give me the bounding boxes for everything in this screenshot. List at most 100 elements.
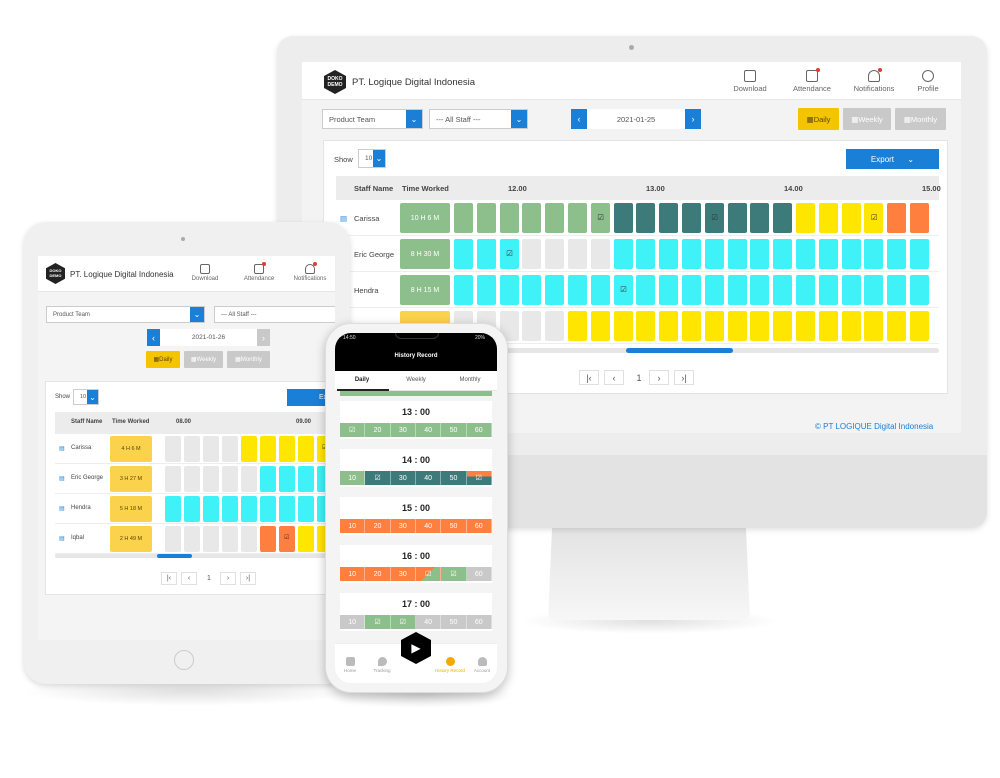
history-segment[interactable]: ☑ bbox=[390, 615, 416, 629]
time-slot-cell[interactable] bbox=[773, 203, 793, 233]
history-segment[interactable]: ☑ bbox=[415, 567, 442, 581]
time-slot-cell[interactable] bbox=[773, 275, 793, 305]
tab-monthly[interactable]: Monthly bbox=[443, 377, 497, 383]
time-slot-cell[interactable] bbox=[659, 275, 679, 305]
time-slot-cell[interactable] bbox=[841, 203, 861, 233]
time-slot-cell[interactable] bbox=[184, 496, 200, 522]
time-slot-cell[interactable] bbox=[522, 203, 542, 233]
history-segment[interactable]: 50 bbox=[441, 615, 467, 629]
time-slot-cell[interactable] bbox=[773, 311, 793, 341]
time-slot-cell[interactable] bbox=[203, 436, 219, 462]
page-number[interactable]: 1 bbox=[201, 572, 217, 585]
time-slot-cell[interactable] bbox=[454, 203, 473, 233]
time-slot-cell[interactable] bbox=[568, 203, 587, 233]
mode-weekly-button[interactable]: ▦ Weekly bbox=[184, 351, 223, 368]
history-segment[interactable]: 20 bbox=[365, 519, 391, 533]
time-slot-cell[interactable] bbox=[613, 311, 633, 341]
time-slot-cell[interactable] bbox=[499, 275, 519, 305]
time-slot-cell[interactable]: ☑ bbox=[499, 239, 519, 269]
time-slot-cell[interactable] bbox=[222, 466, 238, 492]
history-segment[interactable]: 30 bbox=[390, 519, 416, 533]
date-field[interactable]: 2021-01-25 bbox=[587, 109, 685, 129]
first-page-button[interactable]: |‹ bbox=[161, 572, 177, 585]
time-slot-cell[interactable] bbox=[545, 239, 565, 269]
time-slot-cell[interactable] bbox=[818, 203, 838, 233]
history-segment[interactable]: 60 bbox=[466, 519, 492, 533]
history-segment[interactable]: 20 bbox=[365, 423, 391, 437]
time-slot-cell[interactable] bbox=[682, 203, 701, 233]
time-slot-cell[interactable] bbox=[522, 239, 542, 269]
last-page-button[interactable]: ›| bbox=[240, 572, 256, 585]
bottom-nav-account[interactable]: Account bbox=[467, 657, 497, 673]
time-slot-cell[interactable] bbox=[222, 526, 238, 552]
history-segment[interactable]: 10 bbox=[340, 519, 366, 533]
time-slot-cell[interactable] bbox=[590, 239, 610, 269]
time-slot-cell[interactable] bbox=[568, 275, 587, 305]
time-slot-cell[interactable] bbox=[636, 275, 656, 305]
history-segment[interactable]: ☑ bbox=[365, 615, 391, 629]
tab-weekly[interactable]: Weekly bbox=[389, 377, 443, 383]
time-slot-cell[interactable] bbox=[796, 203, 815, 233]
nav-attendance[interactable]: Attendance bbox=[789, 68, 835, 93]
time-slot-cell[interactable] bbox=[887, 311, 907, 341]
time-slot-cell[interactable] bbox=[545, 311, 565, 341]
prev-date-button[interactable]: ‹ bbox=[571, 109, 587, 129]
history-segment[interactable]: 40 bbox=[415, 423, 442, 437]
time-slot-cell[interactable] bbox=[241, 496, 257, 522]
time-slot-cell[interactable] bbox=[910, 275, 929, 305]
time-slot-cell[interactable] bbox=[568, 311, 587, 341]
history-segment[interactable]: 10 bbox=[340, 567, 366, 581]
time-slot-cell[interactable] bbox=[279, 496, 295, 522]
nav-notifications[interactable]: Notifications bbox=[290, 262, 330, 282]
prev-page-button[interactable]: ‹ bbox=[604, 370, 624, 385]
time-slot-cell[interactable] bbox=[476, 275, 496, 305]
history-segment[interactable]: 40 bbox=[415, 471, 442, 485]
nav-notifications[interactable]: Notifications bbox=[851, 68, 897, 93]
time-slot-cell[interactable] bbox=[659, 203, 679, 233]
time-slot-cell[interactable] bbox=[279, 466, 295, 492]
staff-select[interactable]: --- All Staff --- ⌄ bbox=[429, 109, 528, 129]
nav-attendance[interactable]: Attendance bbox=[239, 262, 279, 282]
time-slot-cell[interactable] bbox=[727, 311, 747, 341]
next-page-button[interactable]: › bbox=[649, 370, 669, 385]
time-slot-cell[interactable] bbox=[613, 203, 633, 233]
first-page-button[interactable]: |‹ bbox=[579, 370, 599, 385]
team-select[interactable]: Product Team ⌄ bbox=[46, 306, 205, 323]
history-segment[interactable]: 20 bbox=[365, 567, 391, 581]
time-slot-cell[interactable] bbox=[887, 203, 907, 233]
time-slot-cell[interactable] bbox=[750, 203, 770, 233]
history-segment[interactable]: 40 bbox=[415, 615, 442, 629]
time-slot-cell[interactable] bbox=[222, 436, 238, 462]
time-slot-cell[interactable] bbox=[750, 239, 770, 269]
time-slot-cell[interactable] bbox=[818, 239, 838, 269]
time-slot-cell[interactable] bbox=[203, 466, 219, 492]
time-slot-cell[interactable] bbox=[682, 239, 701, 269]
next-page-button[interactable]: › bbox=[220, 572, 236, 585]
mode-monthly-button[interactable]: ▦ Monthly bbox=[895, 108, 946, 130]
time-slot-cell[interactable] bbox=[773, 239, 793, 269]
time-slot-cell[interactable]: ☑ bbox=[590, 203, 610, 233]
export-button[interactable]: Export ⌄ bbox=[846, 149, 939, 169]
history-segment[interactable]: 30 bbox=[390, 471, 416, 485]
history-segment[interactable]: 10 bbox=[340, 615, 366, 629]
time-slot-cell[interactable] bbox=[910, 239, 929, 269]
time-slot-cell[interactable]: ☑ bbox=[704, 203, 724, 233]
time-slot-cell[interactable] bbox=[636, 239, 656, 269]
time-slot-cell[interactable] bbox=[454, 275, 473, 305]
history-segment[interactable]: ☑ bbox=[365, 471, 391, 485]
time-slot-cell[interactable] bbox=[522, 311, 542, 341]
mode-daily-button[interactable]: ▦ Daily bbox=[146, 351, 180, 368]
team-select[interactable]: Product Team ⌄ bbox=[322, 109, 423, 129]
show-count-select[interactable]: 10 ⌄ bbox=[358, 149, 386, 168]
next-date-button[interactable]: › bbox=[685, 109, 701, 129]
history-segment[interactable]: 60 bbox=[466, 615, 492, 629]
time-slot-cell[interactable] bbox=[841, 275, 861, 305]
time-slot-cell[interactable] bbox=[796, 311, 815, 341]
time-slot-cell[interactable] bbox=[298, 436, 314, 462]
time-slot-cell[interactable] bbox=[864, 275, 884, 305]
bottom-nav-history[interactable]: History Record bbox=[435, 657, 465, 673]
time-slot-cell[interactable] bbox=[636, 203, 656, 233]
time-slot-cell[interactable] bbox=[203, 496, 219, 522]
time-slot-cell[interactable] bbox=[750, 275, 770, 305]
staff-select[interactable]: --- All Staff --- bbox=[214, 306, 335, 323]
